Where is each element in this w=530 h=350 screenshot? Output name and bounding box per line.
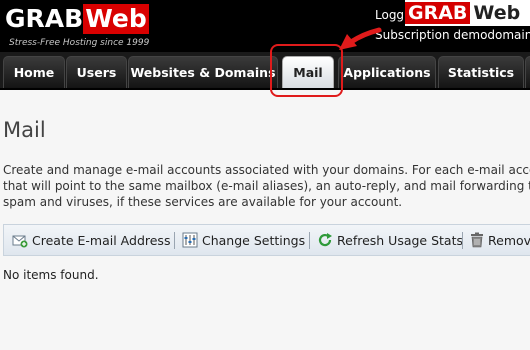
tab-websites-domains[interactable]: Websites & Domains — [128, 56, 278, 88]
logo-tagline: Stress-Free Hosting since 1999 — [9, 38, 150, 48]
toolbar-divider — [174, 232, 175, 249]
trash-icon — [471, 232, 483, 248]
tab-users[interactable]: Users — [66, 56, 127, 88]
page-title: Mail — [3, 118, 46, 142]
tab-applications[interactable]: Applications — [338, 56, 436, 88]
tab-statistics[interactable]: Statistics — [438, 56, 524, 88]
tab-mail[interactable]: Mail — [282, 56, 334, 88]
logo-text-web: Web — [83, 4, 149, 34]
create-email-label: Create E-mail Address — [32, 232, 171, 248]
mail-toolbar: Create E-mail Address Change Settings Re… — [3, 224, 530, 256]
change-settings-button[interactable]: Change Settings — [182, 231, 305, 249]
subscription-text: Subscription demodomain — [375, 28, 530, 42]
description-line: spam and viruses, if these services are … — [3, 195, 403, 209]
empty-state-message: No items found. — [3, 268, 99, 282]
watermark-grab: GRAB — [405, 2, 471, 24]
refresh-usage-label: Refresh Usage Stats — [337, 232, 464, 248]
refresh-usage-button[interactable]: Refresh Usage Stats — [317, 231, 463, 249]
logged-in-text: Logg — [375, 8, 405, 22]
toolbar-divider — [462, 232, 463, 249]
page-description: Create and manage e-mail accounts associ… — [3, 162, 530, 210]
change-settings-label: Change Settings — [202, 232, 306, 248]
remove-label: Remove — [488, 232, 530, 248]
settings-sliders-icon — [182, 232, 198, 248]
tab-home[interactable]: Home — [3, 56, 65, 88]
logo-text-grab: GRAB — [5, 4, 84, 33]
watermark-logo: GRAB Web — [405, 0, 530, 26]
watermark-web: Web — [473, 2, 521, 24]
description-line: Create and manage e-mail accounts associ… — [3, 163, 530, 177]
toolbar-divider — [309, 232, 310, 249]
main-navigation: Home Users Websites & Domains Mail Appli… — [0, 52, 530, 90]
create-email-icon — [12, 235, 28, 248]
create-email-button[interactable]: Create E-mail Address — [12, 231, 170, 249]
grabweb-logo[interactable]: GRABWeb — [5, 4, 149, 40]
header: GRABWeb Stress-Free Hosting since 1999 L… — [0, 0, 530, 52]
refresh-icon — [318, 233, 332, 247]
tab-more[interactable] — [525, 56, 530, 88]
description-line: that will point to the same mailbox (e-m… — [3, 179, 530, 193]
remove-button[interactable]: Remove — [470, 231, 530, 249]
